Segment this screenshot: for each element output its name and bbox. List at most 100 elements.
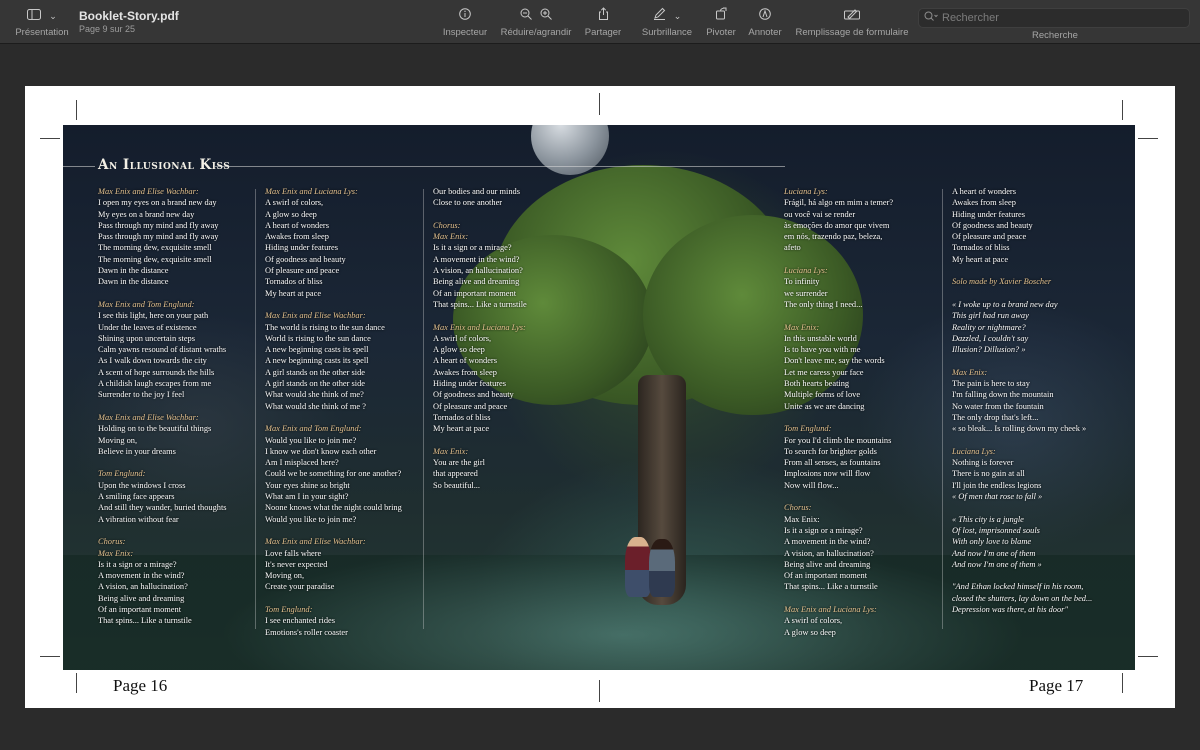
info-icon [459,6,471,26]
presentation-label: Présentation [15,27,69,38]
lyric-line: A vibration without fear [98,514,179,524]
stanza-gap [784,593,893,604]
crop-mark [599,93,600,115]
lyric-line: I'm falling down the mountain [952,390,1054,400]
lyric-line: ou você vai se render [784,209,856,219]
lyric-line: A girl stands on the other side [265,367,366,377]
lyric-line: Would you like to join me? [265,435,357,445]
stanza-gap [784,412,893,423]
lyric-line: Being alive and dreaming [784,559,871,569]
lyric-line: Tornados of bliss [952,243,1010,253]
chevron-down-icon: ⌄ [673,11,682,21]
singer-label: Tom Englund: [98,469,146,479]
stanza-gap [265,593,402,604]
lyric-line: A movement in the wind? [784,537,871,547]
crop-mark [1122,100,1123,120]
lyric-line: That spins... Like a turnstile [433,299,527,309]
column-divider [255,189,256,629]
lyric-line: A childish laugh escapes from me [98,379,212,389]
highlight-button[interactable]: ⌄ Surbrillance [636,0,698,44]
lyric-line: Is to have you with me [784,345,861,355]
lyric-line: Illusion? Dillusion? » [952,345,1026,355]
zoom-out-icon [520,6,532,26]
presentation-button[interactable]: ⌄ Présentation [6,0,78,44]
couple-illustration [611,527,691,605]
crop-mark [1122,673,1123,693]
lyric-line: A new beginning casts its spell [265,356,369,366]
stanza-gap [952,570,1092,581]
lyric-line: Our bodies and our minds [433,187,520,196]
lyric-line: A heart of wonders [433,356,497,366]
share-button[interactable]: Partager [580,0,626,44]
singer-label: Max Enix and Luciana Lys: [784,604,877,614]
lyric-line: Surrender to the joy I feel [98,390,185,400]
stanza-gap [433,209,527,220]
lyric-line: Calm yawns resound of distant wraths [98,345,227,355]
lyric-line: A swirl of colors, [433,333,492,343]
lyric-line: In this unstable world [784,333,857,343]
lyrics-column-2: Max Enix and Luciana Lys: A swirl of colo… [265,186,402,638]
stanza-gap [433,310,527,321]
lyric-line: Unite as we are dancing [784,401,865,411]
lyric-line: afeto [784,243,801,253]
singer-label: Tom Englund: [784,424,832,434]
lyric-line: With only love to blame [952,537,1032,547]
inspector-button[interactable]: Inspecteur [438,0,492,44]
lyric-line: A heart of wonders [952,187,1016,196]
singer-label: Chorus: [98,537,126,547]
rotate-button[interactable]: Pivoter [702,0,740,44]
stanza-gap [98,525,227,536]
lyric-line: My eyes on a brand new day [98,209,195,219]
lyric-line: Don't leave me, say the words [784,356,885,366]
lyric-line: Create your paradise [265,582,335,592]
lyric-line: To infinity [784,277,820,287]
lyric-line: Shining upon uncertain steps [98,333,195,343]
pen-icon [653,6,666,26]
lyric-line: And now I'm one of them [952,548,1036,558]
lyric-line: Your eyes shine so bright [265,480,350,490]
stanza-gap [784,310,893,321]
annotate-button[interactable]: Annoter [745,0,785,44]
lyric-line: This girl had run away [952,311,1029,321]
stanza-gap [98,288,227,299]
lyric-line: Frágil, há algo em mim a temer? [784,198,894,208]
lyric-line: Tornados of bliss [265,277,323,287]
lyric-line: And still they wander, buried thoughts [98,503,227,513]
singer-label: Max Enix and Tom Englund: [98,299,195,309]
crop-mark [76,673,77,693]
toolbar: ⌄ Présentation Booklet-Story.pdf Page 9 … [0,0,1200,44]
lyric-line: A glow so deep [433,345,485,355]
lyric-line: A new beginning casts its spell [265,345,369,355]
lyric-line: My heart at pace [952,254,1009,264]
stanza-gap [784,491,893,502]
lyric-line: às emoções do amor que vivem [784,220,890,230]
singer-label: Max Enix and Elise Wachbar: [265,311,366,321]
lyric-line: Of goodness and beauty [433,390,514,400]
lyric-line: I'll join the endless legions [952,480,1042,490]
lyric-line: What would she think of me ? [265,401,366,411]
search-field[interactable] [918,8,1190,28]
lyric-line: Multiple forms of love [784,390,861,400]
lyric-line: I see enchanted rides [265,616,335,626]
lyric-line: Moving on, [265,571,305,581]
lyric-line: I open my eyes on a brand new day [98,198,217,208]
lyric-line: As I walk down towards the city [98,356,207,366]
crop-mark [599,680,600,702]
share-label: Partager [584,27,622,38]
lyric-line: Awakes from sleep [433,367,497,377]
highlight-label: Surbrillance [641,27,693,38]
form-fill-button[interactable]: Remplissage de formulaire [792,0,912,44]
lyric-line: A heart of wonders [265,220,329,230]
search-input[interactable] [942,12,1172,24]
singer-label: Max Enix and Elise Wachbar: [98,187,199,196]
lyric-line: And now I'm one of them » [952,559,1042,569]
stanza-gap [98,457,227,468]
lyric-line: Hiding under features [433,379,507,389]
document-title: Booklet-Story.pdf [79,9,179,23]
zoom-button[interactable]: Réduire/agrandir [496,0,576,44]
lyric-line: A vision, an hallucination? [433,266,523,276]
lyric-line: Max Enix: [784,514,820,524]
lyric-line: "And Ethan locked himself in his room, [952,582,1084,592]
lyric-line: Of pleasure and peace [952,232,1027,242]
lyric-line: I know we don't know each other [265,446,377,456]
